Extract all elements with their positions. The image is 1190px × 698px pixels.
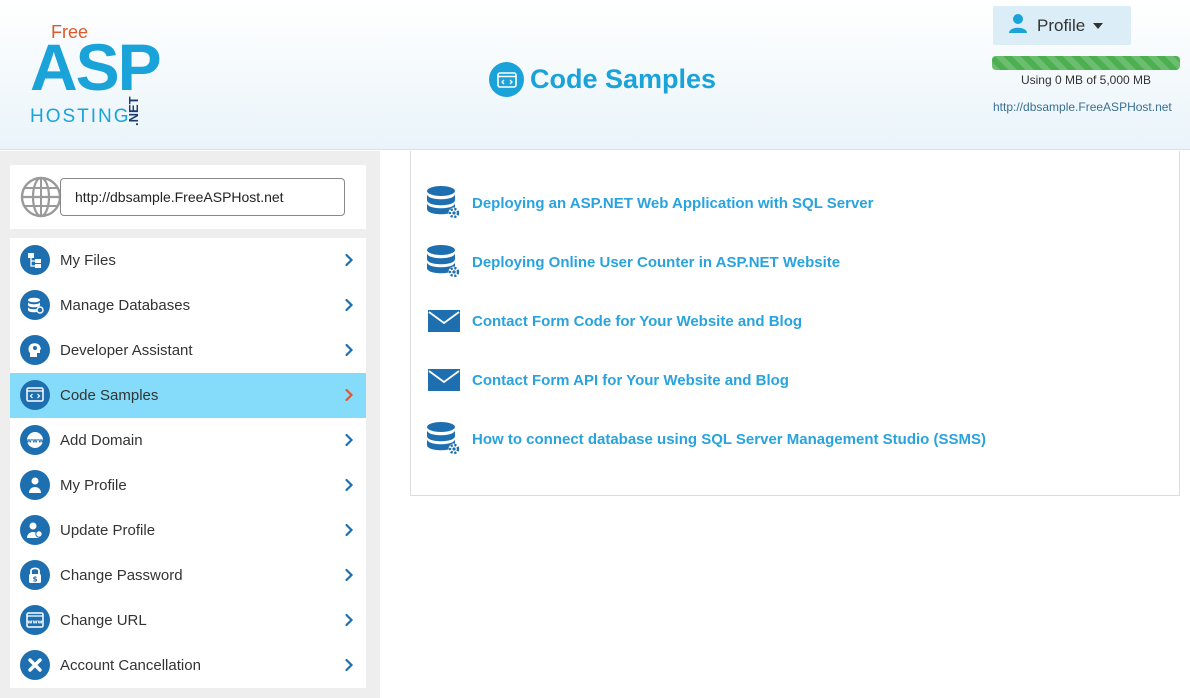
database-gear-icon xyxy=(425,243,463,281)
sidebar-item-label: My Profile xyxy=(60,477,127,494)
svg-text:www: www xyxy=(27,620,42,626)
chevron-right-icon xyxy=(342,658,356,672)
chevron-right-icon xyxy=(342,388,356,402)
chevron-right-icon xyxy=(342,523,356,537)
user-edit-icon xyxy=(20,515,50,545)
sidebar-item-change-url[interactable]: www Change URL xyxy=(10,598,366,643)
storage-usage-bar xyxy=(992,56,1180,70)
sidebar-item-account-cancellation[interactable]: Account Cancellation xyxy=(10,643,366,688)
site-url-link[interactable]: http://dbsample.FreeASPHost.net xyxy=(993,100,1172,114)
www-icon: www xyxy=(20,425,50,455)
logo-hosting-text: HOSTING xyxy=(30,106,131,127)
sidebar-item-label: Add Domain xyxy=(60,432,143,449)
sidebar-item-code-samples[interactable]: Code Samples xyxy=(10,373,366,418)
caret-down-icon xyxy=(1093,22,1104,29)
database-gear-icon xyxy=(425,184,463,222)
chevron-right-icon xyxy=(342,478,356,492)
page-title: Code Samples xyxy=(489,62,716,97)
header: Free ASP HOSTING .NET Code Samples Profi… xyxy=(0,0,1190,150)
sidebar-item-developer-assistant[interactable]: Developer Assistant xyxy=(10,328,366,373)
sidebar-item-my-files[interactable]: My Files xyxy=(10,238,366,283)
chevron-right-icon xyxy=(342,253,356,267)
profile-label: Profile xyxy=(1037,15,1086,35)
sidebar-item-label: Change Password xyxy=(60,567,183,584)
envelope-icon xyxy=(425,361,463,399)
sidebar-item-change-password[interactable]: $ Change Password xyxy=(10,553,366,598)
url-icon: www xyxy=(20,605,50,635)
code-samples-list: Deploying an ASP.NET Web Application wit… xyxy=(410,151,1180,496)
logo-net-text: .NET xyxy=(126,96,141,126)
sidebar-menu: My Files Manage Databases Developer Assist… xyxy=(10,238,366,688)
code-sample-title: Contact Form API for Your Website and Bl… xyxy=(472,371,789,389)
sidebar-item-label: Change URL xyxy=(60,612,147,629)
database-icon xyxy=(20,290,50,320)
sidebar: My Files Manage Databases Developer Assist… xyxy=(0,151,380,698)
user-icon xyxy=(20,470,50,500)
sidebar-item-my-profile[interactable]: My Profile xyxy=(10,463,366,508)
svg-text:$: $ xyxy=(33,576,38,584)
code-sample-title: How to connect database using SQL Server… xyxy=(472,430,986,448)
chevron-right-icon xyxy=(342,433,356,447)
storage-usage-text: Using 0 MB of 5,000 MB xyxy=(1020,73,1152,87)
svg-text:www: www xyxy=(26,437,44,445)
logo[interactable]: Free ASP HOSTING .NET xyxy=(30,20,170,130)
sidebar-item-add-domain[interactable]: www Add Domain xyxy=(10,418,366,463)
page-title-text: Code Samples xyxy=(530,64,717,94)
sidebar-item-label: Account Cancellation xyxy=(60,657,201,674)
profile-dropdown-button[interactable]: Profile xyxy=(993,6,1131,45)
sidebar-item-update-profile[interactable]: Update Profile xyxy=(10,508,366,553)
sidebar-item-label: Manage Databases xyxy=(60,297,191,314)
database-gear-icon xyxy=(425,420,463,458)
chevron-right-icon xyxy=(342,568,356,582)
site-url-panel xyxy=(10,165,366,229)
close-icon xyxy=(20,650,50,680)
sidebar-item-label: Developer Assistant xyxy=(60,342,193,359)
envelope-icon xyxy=(425,302,463,340)
site-url-input[interactable] xyxy=(60,178,345,216)
code-icon xyxy=(20,380,50,410)
code-sample-link[interactable]: How to connect database using SQL Server… xyxy=(425,419,986,459)
code-sample-link[interactable]: Deploying Online User Counter in ASP.NET… xyxy=(425,242,840,282)
code-sample-title: Deploying Online User Counter in ASP.NET… xyxy=(472,253,841,271)
chevron-right-icon xyxy=(342,298,356,312)
chevron-right-icon xyxy=(342,343,356,357)
code-sample-link[interactable]: Contact Form API for Your Website and Bl… xyxy=(425,360,789,400)
code-sample-title: Deploying an ASP.NET Web Application wit… xyxy=(472,194,874,212)
lock-icon: $ xyxy=(20,560,50,590)
sidebar-item-manage-databases[interactable]: Manage Databases xyxy=(10,283,366,328)
logo-asp-text: ASP xyxy=(30,30,162,104)
sidebar-item-label: Update Profile xyxy=(60,522,156,539)
user-icon xyxy=(1007,12,1029,39)
globe-icon xyxy=(20,176,62,218)
code-sample-link[interactable]: Contact Form Code for Your Website and B… xyxy=(425,301,802,341)
code-window-icon xyxy=(489,62,524,97)
sidebar-item-label: Code Samples xyxy=(60,387,159,404)
chevron-right-icon xyxy=(342,613,356,627)
code-sample-title: Contact Form Code for Your Website and B… xyxy=(472,312,803,330)
code-sample-link[interactable]: Deploying an ASP.NET Web Application wit… xyxy=(425,183,873,223)
sidebar-item-label: My Files xyxy=(60,252,116,269)
files-icon xyxy=(20,245,50,275)
head-icon xyxy=(20,335,50,365)
